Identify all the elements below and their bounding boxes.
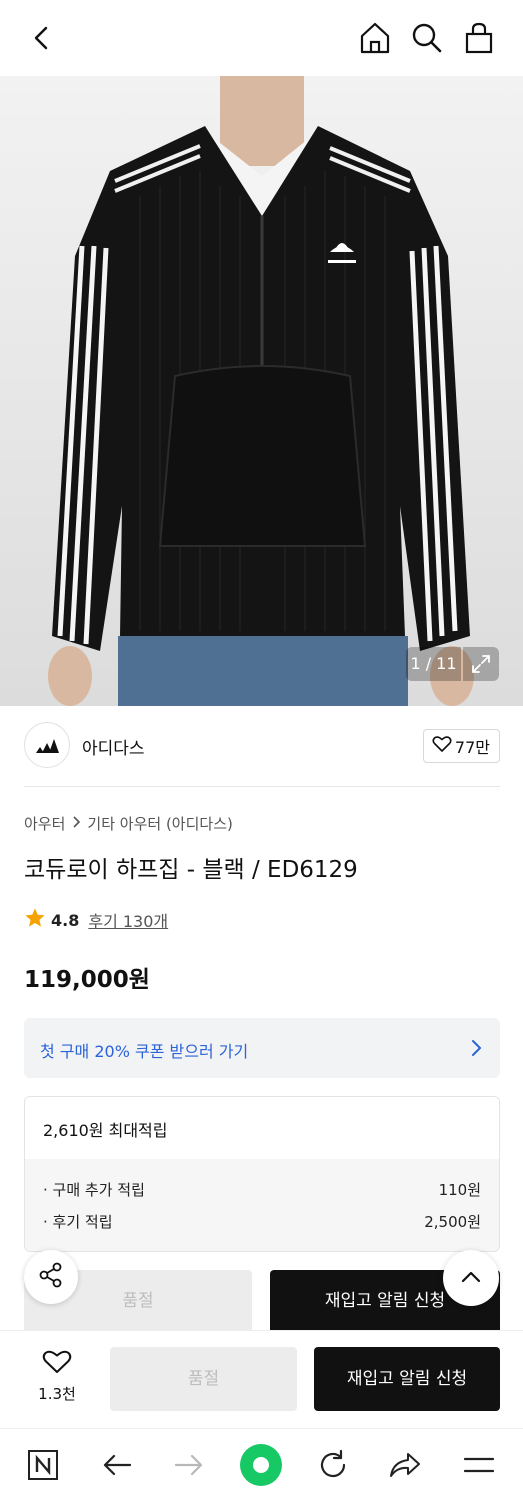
points-row-value: 2,500원: [424, 1213, 481, 1231]
star-icon: [24, 907, 46, 933]
points-row: · 구매 추가 적립 110원: [43, 1179, 481, 1200]
brand-row: 아디다스 77만: [24, 722, 500, 770]
chevron-up-icon: [460, 1269, 482, 1288]
forward-arrow-icon[interactable]: [167, 1443, 211, 1487]
soldout-button: 품절: [110, 1347, 297, 1411]
image-counter: 1 / 11: [406, 647, 461, 681]
product-photo: [48, 76, 474, 706]
points-box: 2,610원 최대적립 · 구매 추가 적립 110원 · 후기 적립 2,50…: [24, 1096, 500, 1252]
wish-count: 1.3천: [38, 1385, 76, 1403]
points-row-label: · 구매 추가 적립: [43, 1181, 145, 1199]
share-icon: [38, 1262, 64, 1292]
brand-logo[interactable]: [24, 722, 70, 768]
points-max-label: 2,610원 최대적립: [43, 1121, 168, 1140]
points-detail: · 구매 추가 적립 110원 · 후기 적립 2,500원: [25, 1159, 499, 1251]
brand-like-count: 77만: [454, 738, 490, 757]
hamburger-menu-icon[interactable]: [457, 1443, 501, 1487]
points-row-label: · 후기 적립: [43, 1213, 113, 1231]
chevron-right-icon: [470, 1038, 482, 1062]
divider: [24, 786, 500, 787]
back-icon[interactable]: [26, 20, 58, 56]
refresh-icon[interactable]: [311, 1443, 355, 1487]
heart-icon: [42, 1350, 72, 1379]
chevron-right-icon: [71, 815, 81, 833]
heart-icon: [432, 735, 452, 757]
review-link[interactable]: 후기 130개: [88, 908, 168, 932]
points-row-value: 110원: [438, 1181, 481, 1199]
purchase-bar: 1.3천 품절 재입고 알림 신청: [0, 1330, 523, 1428]
breadcrumb-item[interactable]: 아우터: [24, 813, 65, 834]
breadcrumb-item[interactable]: 기타 아우터 (아디다스): [87, 813, 232, 834]
top-navigation-bar: [0, 0, 523, 76]
home-icon[interactable]: [358, 20, 392, 56]
restock-alert-button[interactable]: 재입고 알림 신청: [314, 1347, 500, 1411]
rating-row: 4.8 후기 130개: [24, 907, 168, 933]
breadcrumb: 아우터 기타 아우터 (아디다스): [24, 813, 233, 834]
points-header: 2,610원 최대적립: [25, 1097, 499, 1159]
shopping-bag-icon[interactable]: [462, 20, 496, 56]
brand-name[interactable]: 아디다스: [82, 734, 145, 759]
share-button[interactable]: [24, 1250, 78, 1304]
product-image-gallery[interactable]: 1 / 11: [0, 76, 523, 706]
share-arrow-icon[interactable]: [383, 1443, 427, 1487]
naver-home-icon[interactable]: [21, 1443, 65, 1487]
points-row: · 후기 적립 2,500원: [43, 1211, 481, 1232]
wish-button[interactable]: 1.3천: [24, 1349, 90, 1404]
expand-icon[interactable]: [463, 647, 499, 681]
coupon-banner[interactable]: 첫 구매 20% 쿠폰 받으러 가기: [24, 1018, 500, 1078]
product-title: 코듀로이 하프집 - 블랙 / ED6129: [24, 857, 358, 883]
search-icon[interactable]: [410, 20, 444, 56]
back-arrow-icon[interactable]: [95, 1443, 139, 1487]
scroll-to-top-button[interactable]: [443, 1250, 499, 1306]
rating-score: 4.8: [51, 910, 80, 930]
browser-toolbar: [0, 1428, 523, 1500]
coupon-text: 첫 구매 20% 쿠폰 받으러 가기: [40, 1042, 249, 1061]
brand-like-button[interactable]: 77만: [422, 729, 500, 763]
product-price: 119,000원: [24, 967, 150, 993]
green-dot-menu-icon[interactable]: [239, 1443, 283, 1487]
